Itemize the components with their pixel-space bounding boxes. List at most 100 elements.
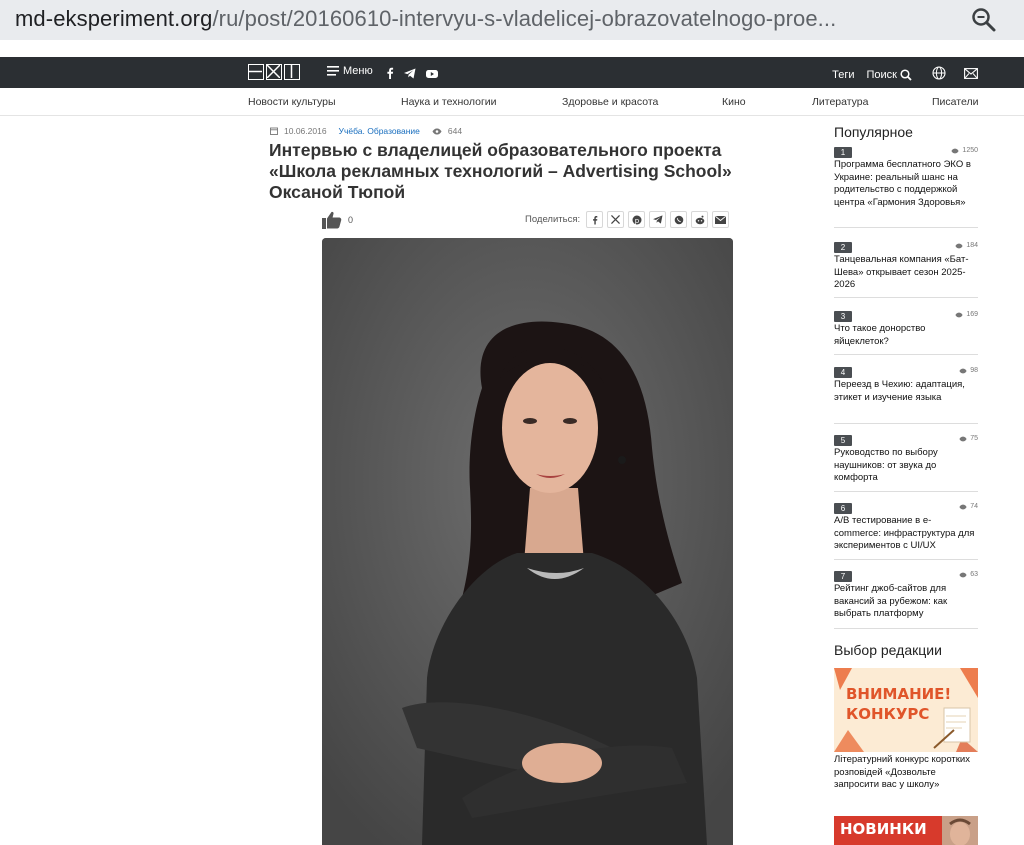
popular-views-count: 184	[966, 242, 978, 249]
popular-link[interactable]: Что такое донорство яйцеклеток?	[834, 323, 978, 348]
eye-icon	[959, 368, 967, 373]
popular-views: 169	[955, 311, 978, 318]
article-category-link[interactable]: Учёба. Образование	[339, 126, 420, 136]
thumbs-up-icon	[322, 211, 342, 229]
editor-banner-2-text: НОВИНКИ	[840, 820, 927, 838]
article-meta: 10.06.2016 Учёба. Образование 644	[270, 126, 462, 136]
url-host: md-eksperiment.org	[15, 6, 213, 31]
telegram-icon[interactable]	[404, 66, 416, 84]
search-icon	[900, 68, 912, 81]
site-topbar: Меню Теги Поиск	[0, 57, 1024, 88]
address-url[interactable]: md-eksperiment.org/ru/post/20160610-inte…	[15, 6, 836, 32]
nav-item-literature[interactable]: Литература	[812, 96, 868, 108]
popular-rank: 4	[834, 367, 852, 378]
popular-item[interactable]: 3 169 Что такое донорство яйцеклеток?	[834, 311, 978, 355]
share-reddit-icon[interactable]	[691, 211, 709, 228]
popular-link[interactable]: Танцевальная компания «Бат-Шева» открыва…	[834, 254, 978, 292]
share-x-icon[interactable]	[607, 211, 625, 228]
popular-views-count: 1250	[962, 147, 978, 154]
popular-views: 98	[959, 367, 978, 374]
nav-item-science[interactable]: Наука и технологии	[401, 96, 497, 108]
popular-views-count: 75	[970, 435, 978, 442]
calendar-icon	[270, 127, 278, 135]
eye-icon	[959, 572, 967, 577]
globe-icon[interactable]	[932, 66, 946, 83]
popular-views: 74	[959, 503, 978, 510]
popular-views: 75	[959, 435, 978, 442]
popular-views: 63	[959, 571, 978, 578]
eye-icon	[432, 128, 442, 134]
share-label: Поделиться:	[525, 214, 581, 225]
facebook-icon[interactable]	[386, 66, 394, 84]
editor-banner-new[interactable]: НОВИНКИ	[834, 816, 978, 845]
popular-views-count: 98	[970, 367, 978, 374]
popular-item[interactable]: 2 184 Танцевальная компания «Бат-Шева» о…	[834, 242, 978, 298]
article-views: 644	[447, 126, 463, 136]
article-photo	[322, 238, 733, 845]
logo-square-3	[284, 64, 300, 80]
popular-rank: 1	[834, 147, 852, 158]
search-link[interactable]: Поиск	[867, 69, 912, 81]
mail-icon[interactable]	[964, 67, 978, 82]
editor-caption-link[interactable]: Літературний конкурс коротких розповідей…	[834, 754, 978, 792]
popular-rank: 2	[834, 242, 852, 253]
nav-item-cinema[interactable]: Кино	[722, 96, 746, 108]
editor-banner-text: ВНИМАНИЕ! КОНКУРС	[846, 685, 952, 723]
eye-icon	[959, 436, 967, 441]
nav-item-writers[interactable]: Писатели	[932, 96, 978, 108]
like-button[interactable]: 0	[322, 211, 353, 229]
popular-item[interactable]: 6 74 A/B тестирование в e-commerce: инфр…	[834, 503, 978, 560]
social-links	[386, 66, 438, 84]
popular-views: 1250	[951, 147, 978, 154]
eye-icon	[955, 312, 963, 317]
eye-icon	[959, 504, 967, 509]
share-pinterest-icon[interactable]: p	[628, 211, 646, 228]
popular-link[interactable]: Рейтинг джоб-сайтов для вакансий за рубе…	[834, 583, 978, 621]
popular-views-count: 74	[970, 503, 978, 510]
nav-item-culture-news[interactable]: Новости культуры	[248, 96, 336, 108]
popular-views: 184	[955, 242, 978, 249]
zoom-icon[interactable]	[969, 5, 999, 35]
tags-link[interactable]: Теги	[832, 69, 854, 81]
url-path: /ru/post/20160610-intervyu-s-vladelicej-…	[212, 6, 837, 31]
svg-text:p: p	[634, 217, 639, 225]
popular-link[interactable]: A/B тестирование в e-commerce: инфрастру…	[834, 515, 978, 553]
browser-address-bar: md-eksperiment.org/ru/post/20160610-inte…	[0, 0, 1024, 40]
popular-link[interactable]: Руководство по выбору наушников: от звук…	[834, 447, 978, 485]
topbar-right: Теги Поиск	[832, 66, 978, 83]
nav-item-health[interactable]: Здоровье и красота	[562, 96, 658, 108]
search-label: Поиск	[866, 68, 897, 81]
site-logo[interactable]	[248, 64, 300, 80]
share-bar: Поделиться: p	[525, 211, 730, 228]
hamburger-icon	[327, 66, 339, 76]
popular-rank: 7	[834, 571, 852, 582]
popular-item[interactable]: 4 98 Переезд в Чехию: адаптация, этикет …	[834, 367, 978, 424]
youtube-icon[interactable]	[426, 66, 438, 84]
share-telegram-icon[interactable]	[649, 211, 667, 228]
eye-icon	[951, 148, 960, 153]
share-facebook-icon[interactable]	[586, 211, 604, 228]
category-nav: Новости культуры Наука и технологии Здор…	[0, 88, 1024, 116]
logo-square-1	[248, 64, 264, 80]
popular-link[interactable]: Программа бесплатного ЭКО в Украине: реа…	[834, 159, 978, 210]
editor-banner-contest[interactable]: ВНИМАНИЕ! КОНКУРС	[834, 668, 978, 752]
popular-item[interactable]: 5 75 Руководство по выбору наушников: от…	[834, 435, 978, 492]
popular-rank: 6	[834, 503, 852, 514]
popular-item[interactable]: 7 63 Рейтинг джоб-сайтов для вакансий за…	[834, 571, 978, 629]
eye-icon	[955, 243, 963, 248]
popular-rank: 3	[834, 311, 852, 322]
menu-button[interactable]: Меню	[327, 65, 373, 77]
popular-link[interactable]: Переезд в Чехию: адаптация, этикет и изу…	[834, 379, 978, 404]
logo-square-2	[266, 64, 282, 80]
popular-item[interactable]: 1 1250 Программа бесплатного ЭКО в Украи…	[834, 147, 978, 228]
article-date: 10.06.2016	[284, 126, 327, 136]
popular-views-count: 169	[966, 311, 978, 318]
article-title: Интервью с владелицей образовательного п…	[269, 140, 732, 202]
menu-label: Меню	[343, 65, 373, 77]
popular-rank: 5	[834, 435, 852, 446]
share-email-icon[interactable]	[712, 211, 730, 228]
popular-views-count: 63	[970, 571, 978, 578]
popular-title: Популярное	[834, 124, 913, 140]
like-count: 0	[348, 215, 354, 225]
share-whatsapp-icon[interactable]	[670, 211, 688, 228]
